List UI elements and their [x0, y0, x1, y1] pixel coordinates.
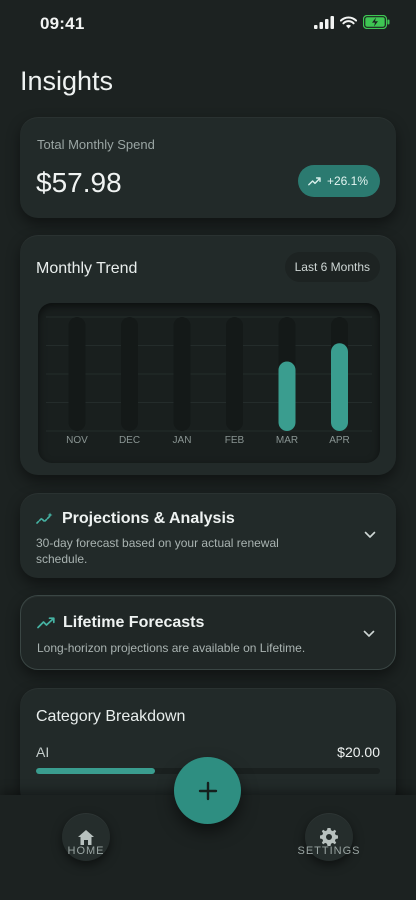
projections-title: Projections & Analysis: [62, 510, 235, 527]
x-tick-label: DEC: [119, 435, 140, 446]
spend-change-badge: +26.1%: [297, 165, 380, 197]
x-tick-label: NOV: [66, 435, 88, 446]
chevron-down-icon[interactable]: [364, 531, 376, 539]
signal-icon: [314, 15, 334, 29]
lifetime-header: Lifetime Forecasts: [37, 614, 204, 632]
category-breakdown-title: Category Breakdown: [36, 708, 186, 725]
spend-change-value: +26.1%: [326, 174, 368, 188]
category-value: $20.00: [337, 744, 380, 760]
x-tick-label: FEB: [225, 435, 245, 446]
trend-range-selector[interactable]: Last 6 Months: [284, 252, 380, 282]
settings-label[interactable]: SETTINGS: [279, 845, 379, 857]
bar-mar: [278, 361, 296, 431]
trend-up-icon: [308, 176, 321, 185]
wifi-icon: [340, 16, 357, 28]
bar-track: [173, 317, 191, 431]
bar-track: [68, 317, 86, 431]
home-icon: [78, 829, 94, 845]
gear-icon: [320, 828, 338, 846]
projections-subtitle: 30-day forecast based on your actual ren…: [36, 536, 279, 566]
trend-chart-svg: NOV DEC JAN FEB MAR APR: [46, 316, 372, 446]
lifetime-forecasts-card[interactable]: Lifetime Forecasts Long-horizon projecti…: [20, 595, 396, 670]
category-bar-fill: [36, 768, 155, 774]
monthly-trend-card: Monthly Trend Last 6 Months NOV DEC JAN FEB…: [20, 235, 396, 475]
page-title: Insights: [20, 66, 114, 96]
x-tick-label: JAN: [173, 435, 192, 446]
status-time: 09:41: [40, 14, 85, 33]
projections-card[interactable]: Projections & Analysis 30-day forecast b…: [20, 493, 396, 578]
bar-apr: [331, 343, 348, 431]
total-spend-label: Total Monthly Spend: [37, 137, 155, 152]
trend-chart: NOV DEC JAN FEB MAR APR: [38, 303, 380, 463]
x-tick-label: APR: [329, 435, 350, 446]
projections-header: Projections & Analysis: [36, 510, 235, 528]
add-button[interactable]: [174, 757, 241, 824]
lifetime-title: Lifetime Forecasts: [63, 614, 205, 631]
total-spend-card: Total Monthly Spend $57.98 +26.1%: [20, 117, 396, 218]
category-name: AI: [36, 744, 50, 760]
status-bar: 09:41: [0, 0, 416, 46]
home-label[interactable]: HOME: [36, 845, 136, 857]
total-spend-amount: $57.98: [36, 167, 122, 198]
lifetime-subtitle: Long-horizon projections are available o…: [37, 641, 306, 655]
status-icons: [314, 15, 390, 29]
bar-track: [226, 317, 243, 431]
plus-icon: [198, 781, 217, 800]
bar-track: [121, 317, 138, 431]
trend-up-icon: [37, 617, 55, 629]
sparkle-trend-icon: [36, 512, 53, 524]
monthly-trend-title: Monthly Trend: [36, 260, 138, 277]
chevron-down-icon[interactable]: [363, 630, 375, 638]
x-tick-label: MAR: [276, 435, 298, 446]
battery-icon: [363, 15, 390, 29]
